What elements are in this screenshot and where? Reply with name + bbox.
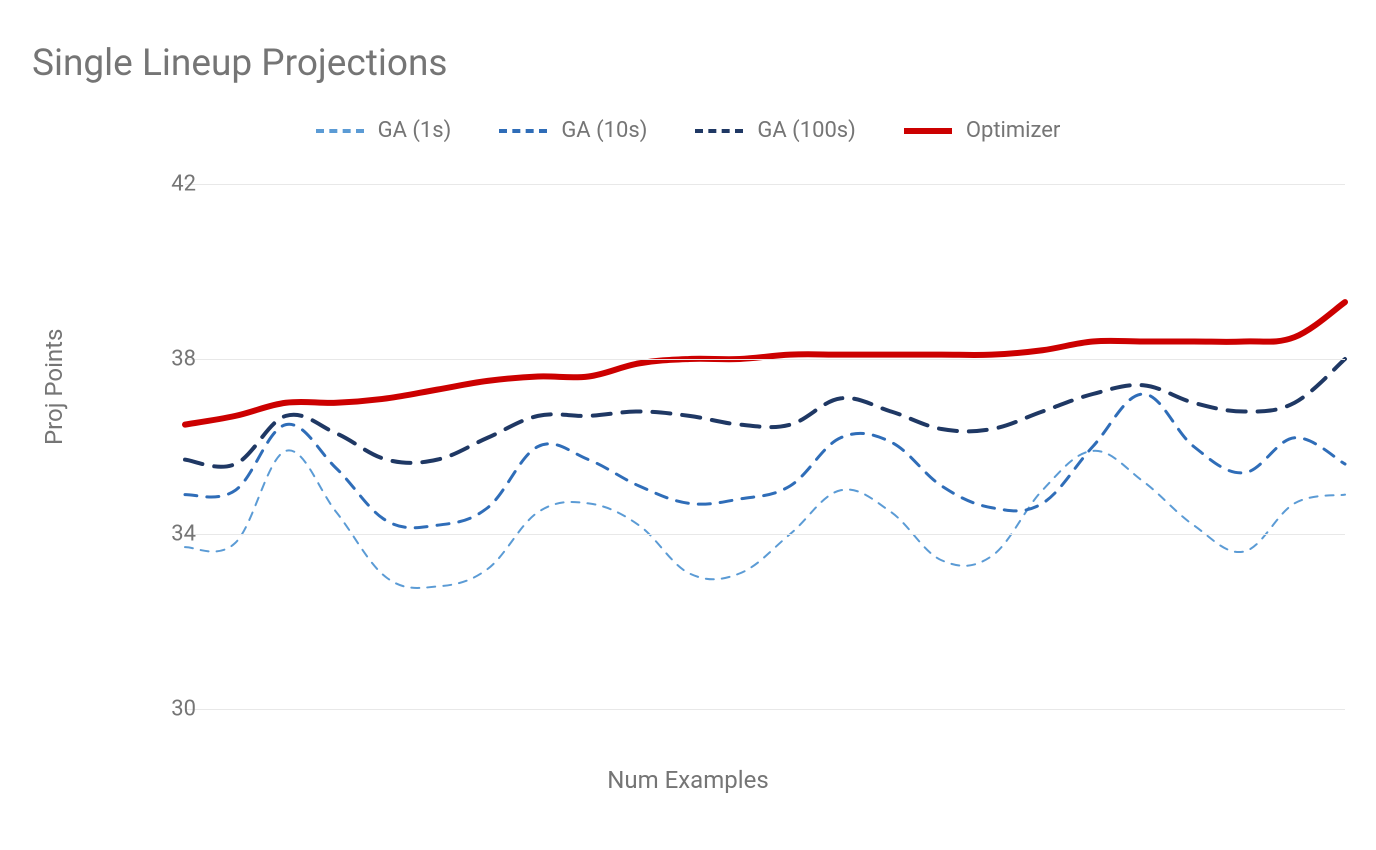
y-tick-label: 42 xyxy=(171,172,196,197)
y-tick-label: 38 xyxy=(171,347,196,372)
legend-swatch-icon xyxy=(499,129,547,133)
legend-item-ga-10s: GA (10s) xyxy=(499,118,647,143)
legend-label: Optimizer xyxy=(966,118,1061,143)
y-tick-label: 30 xyxy=(171,697,196,722)
legend-label: GA (10s) xyxy=(561,118,647,143)
legend-swatch-icon xyxy=(904,128,952,134)
chart-container: Single Lineup Projections GA (1s) GA (10… xyxy=(0,0,1376,850)
legend-item-ga-1s: GA (1s) xyxy=(316,118,452,143)
series-line xyxy=(185,394,1345,528)
legend-swatch-icon xyxy=(316,129,364,133)
chart-title: Single Lineup Projections xyxy=(32,42,448,85)
series-line xyxy=(185,359,1345,467)
legend-label: GA (1s) xyxy=(378,118,452,143)
legend-label: GA (100s) xyxy=(757,118,855,143)
gridline xyxy=(185,534,1345,535)
y-tick-label: 34 xyxy=(171,522,196,547)
legend-item-optimizer: Optimizer xyxy=(904,118,1061,143)
plot-area xyxy=(185,184,1345,709)
series-line xyxy=(185,450,1345,588)
legend-swatch-icon xyxy=(695,129,743,133)
series-line xyxy=(185,302,1345,425)
y-axis-label: Proj Points xyxy=(40,329,68,445)
chart-lines xyxy=(185,184,1345,709)
legend-item-ga-100s: GA (100s) xyxy=(695,118,855,143)
gridline xyxy=(185,184,1345,185)
gridline xyxy=(185,359,1345,360)
gridline xyxy=(185,709,1345,710)
legend: GA (1s) GA (10s) GA (100s) Optimizer xyxy=(0,118,1376,143)
x-axis-label: Num Examples xyxy=(0,766,1376,794)
